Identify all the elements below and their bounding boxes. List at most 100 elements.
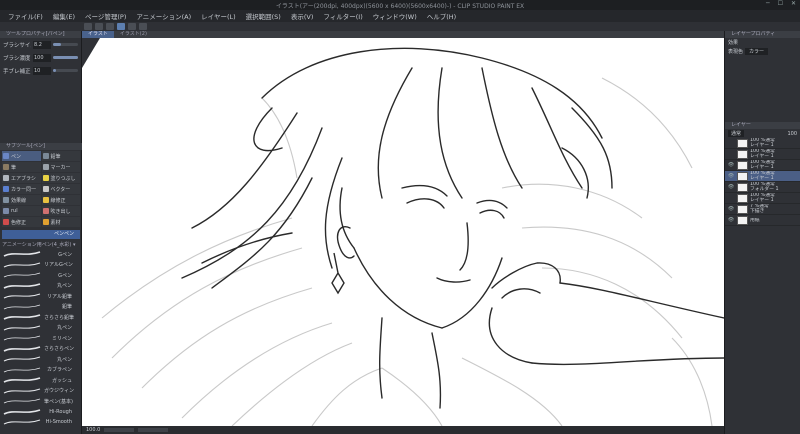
sub-tool-item[interactable]: rul <box>2 206 41 216</box>
sub-tool-item[interactable]: 効果線 <box>2 195 41 205</box>
eye-icon[interactable]: 👁 <box>727 173 735 179</box>
stabilization-value[interactable]: 10 <box>33 66 51 75</box>
close-icon[interactable]: ✕ <box>791 0 796 7</box>
drawing-canvas[interactable] <box>82 38 724 426</box>
brush-item[interactable]: さらさら鉛筆 <box>2 312 80 323</box>
new-icon[interactable] <box>84 23 92 30</box>
menu-edit[interactable]: 編集(E) <box>49 11 79 21</box>
zoom-value[interactable]: 100.0 <box>86 427 100 433</box>
layer-item[interactable]: 100 %通常 レイヤー 1 <box>725 138 800 149</box>
brush-item[interactable]: Gペン <box>2 270 80 281</box>
brush-item[interactable]: 筆ペン(基本) <box>2 396 80 407</box>
brush-size-value[interactable]: 8.2 <box>33 40 51 49</box>
brush-item[interactable]: ガウジウィン <box>2 386 80 397</box>
layer-item[interactable]: 100 %通常 レイヤー 1 <box>725 149 800 160</box>
layer-item[interactable]: 100 %通常 レイヤー 1 <box>725 193 800 204</box>
selected-sub-tool[interactable]: ペンペン <box>2 230 80 239</box>
sub-tool-item[interactable]: マーカー <box>41 162 80 172</box>
sub-tool-label: 鉛筆 <box>50 153 61 160</box>
expression-color-select[interactable]: カラー <box>745 48 769 55</box>
brush-label: Hi-Rough <box>49 408 72 415</box>
brush-item[interactable]: リアルGペン <box>2 260 80 271</box>
brush-density-value[interactable]: 100 <box>33 53 51 62</box>
eye-icon[interactable]: 👁 <box>727 162 735 168</box>
brush-item[interactable]: 鉛筆 <box>2 302 80 313</box>
brush-item[interactable]: 丸ペン <box>2 323 80 334</box>
brush-item[interactable]: ミリペン <box>2 333 80 344</box>
sub-tool-item[interactable]: カラー同一 <box>2 184 41 194</box>
eye-icon[interactable]: 👁 <box>727 184 735 190</box>
sub-tool-label: 塗りつぶし <box>50 175 76 182</box>
brush-item[interactable]: さらさらペン <box>2 344 80 355</box>
brush-item[interactable]: カブラペン <box>2 365 80 376</box>
brush-item[interactable]: 丸ペン <box>2 354 80 365</box>
redo-icon[interactable] <box>139 23 147 30</box>
undo-icon[interactable] <box>128 23 136 30</box>
brush-item[interactable]: Hi-Smooth <box>2 417 80 428</box>
sub-tool-item[interactable]: 塗りつぶし <box>41 173 80 183</box>
brush-size-row[interactable]: ブラシサイズ 8.2 <box>0 38 81 51</box>
brush-item[interactable]: 丸ペン <box>2 281 80 292</box>
sub-tool-item[interactable]: 素材 <box>41 217 80 227</box>
eye-icon[interactable]: 👁 <box>727 206 735 212</box>
tool-icon <box>42 175 49 181</box>
brush-label: リアル鉛筆 <box>47 293 72 300</box>
pen-mode-icon[interactable] <box>117 23 125 30</box>
menu-filter[interactable]: フィルター(I) <box>319 11 366 21</box>
brush-stroke-preview <box>3 251 41 257</box>
brush-density-slider[interactable] <box>53 56 78 59</box>
save-icon[interactable] <box>106 23 114 30</box>
sub-tool-item[interactable]: ペン <box>2 151 41 161</box>
sub-tool-item[interactable]: 色修正 <box>2 217 41 227</box>
canvas-area[interactable]: イラスト イラスト(2) <box>82 31 724 426</box>
tab-document-1[interactable]: イラスト <box>82 31 114 38</box>
menu-select[interactable]: 選択範囲(S) <box>242 11 285 21</box>
sub-tool-item[interactable]: エアブラシ <box>2 173 41 183</box>
layer-item[interactable]: 👁 100 %通常 レイヤー 1 <box>725 160 800 171</box>
menu-help[interactable]: ヘルプ(H) <box>423 11 460 21</box>
brush-item[interactable]: Gペン <box>2 249 80 260</box>
sub-tool-item[interactable]: 吹き出し <box>41 206 80 216</box>
sub-tool-item[interactable]: 線修正 <box>41 195 80 205</box>
brush-size-slider[interactable] <box>53 43 78 46</box>
tool-icon <box>3 164 9 170</box>
tab-document-2[interactable]: イラスト(2) <box>114 31 153 38</box>
menu-page[interactable]: ページ管理(P) <box>81 11 130 21</box>
zoom-slider[interactable] <box>104 428 135 432</box>
brush-density-row[interactable]: ブラシ濃度 100 <box>0 51 81 64</box>
eye-icon[interactable]: 👁 <box>727 217 735 223</box>
menu-window[interactable]: ウィンドウ(W) <box>369 11 421 21</box>
sub-tool-item[interactable]: ベクター <box>41 184 80 194</box>
layer-text: 100 %通常 レイヤー 1 <box>750 149 775 159</box>
menu-animation[interactable]: アニメーション(A) <box>132 11 195 21</box>
brush-item[interactable]: ガッシュ <box>2 375 80 386</box>
layer-text: 100 %通常 レイヤー 1 <box>750 138 775 148</box>
blend-mode-select[interactable]: 通常 <box>728 130 745 137</box>
layer-item[interactable]: 👁 100 %通常 レイヤー 1 <box>725 171 800 182</box>
rotate-slider[interactable] <box>138 428 169 432</box>
tool-icon <box>3 197 9 203</box>
menu-layer[interactable]: レイヤー(L) <box>197 11 240 21</box>
brush-label: さらさらペン <box>44 346 75 353</box>
layer-item[interactable]: 👁 用紙 <box>725 215 800 226</box>
stabilization-row[interactable]: 手ブレ補正 10 <box>0 64 81 77</box>
opacity-value[interactable]: 100 <box>787 131 797 137</box>
minimize-icon[interactable]: ─ <box>766 0 770 7</box>
layer-item[interactable]: 👁 100 %通常 フォルダー 1 <box>725 182 800 193</box>
layer-item[interactable]: 👁 7 %通常 下描き <box>725 204 800 215</box>
layer-thumbnail <box>737 182 748 192</box>
open-icon[interactable] <box>95 23 103 30</box>
sub-tool-header: サブツール[ペン] <box>0 143 82 150</box>
sub-tool-item[interactable]: 鉛筆 <box>41 151 80 161</box>
menu-view[interactable]: 表示(V) <box>287 11 318 21</box>
brush-stroke-preview <box>3 314 41 320</box>
menu-file[interactable]: ファイル(F) <box>4 11 47 21</box>
stabilization-slider[interactable] <box>53 69 78 72</box>
brush-stroke-preview <box>3 377 41 383</box>
maximize-icon[interactable]: ☐ <box>778 0 783 7</box>
layer-name: レイヤー 1 <box>750 198 774 203</box>
brush-item[interactable]: リアル鉛筆 <box>2 291 80 302</box>
brush-item[interactable]: Hi-Rough <box>2 407 80 418</box>
sub-tool-item[interactable]: 筆 <box>2 162 41 172</box>
brush-list-header[interactable]: アニメーション用ペン(4_水彩) ▾ <box>2 241 80 249</box>
